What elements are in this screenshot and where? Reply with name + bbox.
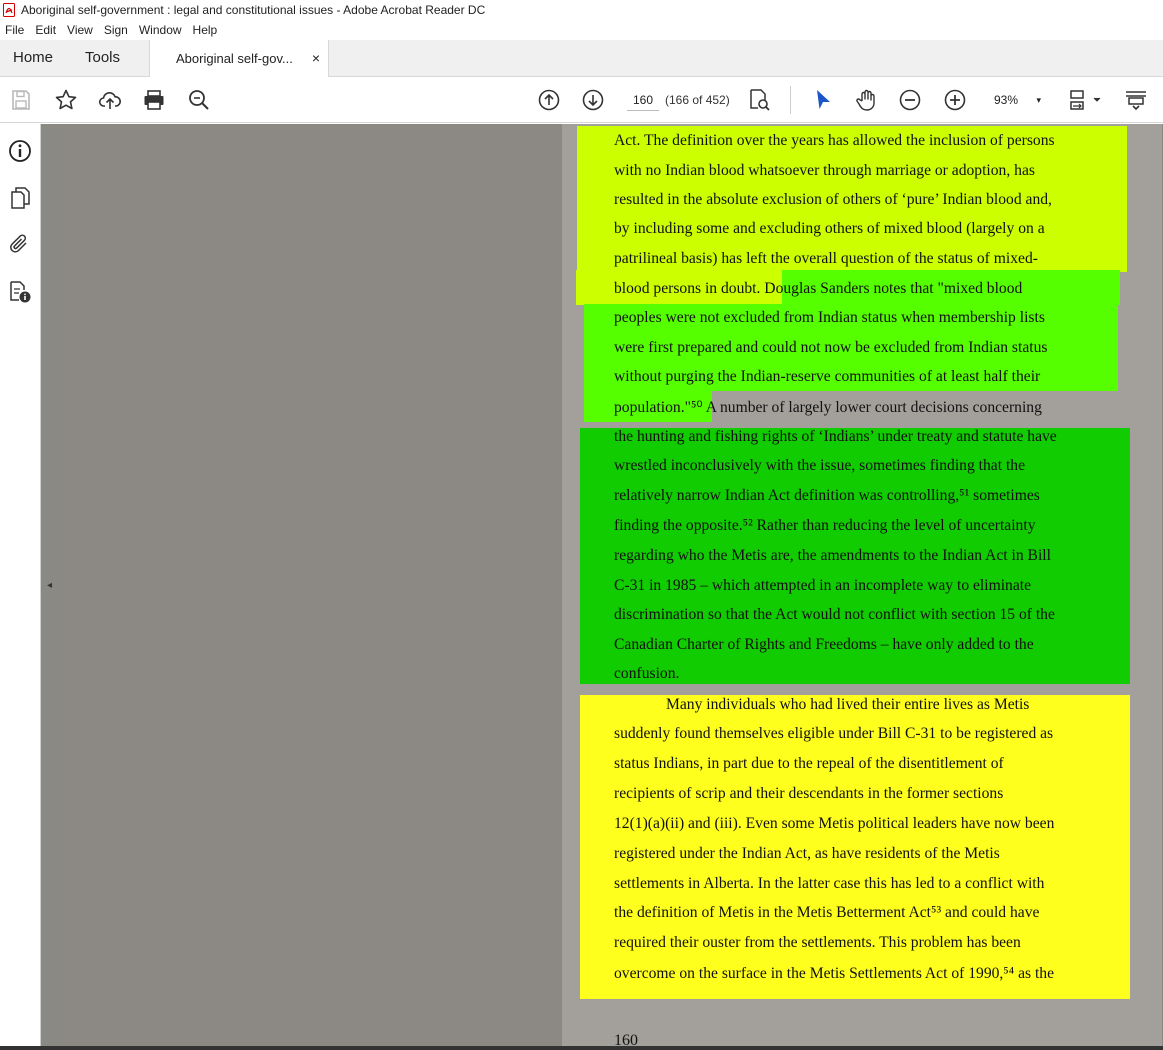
zoom-out-icon[interactable]: [898, 88, 922, 112]
page-count: (166 of 452): [665, 93, 730, 107]
select-arrow-icon[interactable]: [811, 88, 835, 112]
bookmark-star-icon[interactable]: [54, 88, 78, 112]
taskbar-edge: [0, 1046, 1163, 1050]
menu-file[interactable]: File: [0, 23, 30, 37]
chevron-down-icon: ▾: [1036, 95, 1041, 105]
text-line: relatively narrow Indian Act definition …: [614, 487, 1040, 504]
tab-home[interactable]: Home: [13, 40, 53, 76]
text-line: discrimination so that the Act would not…: [614, 606, 1055, 623]
menu-help[interactable]: Help: [188, 23, 224, 37]
window-title: Aboriginal self-government : legal and c…: [21, 3, 486, 17]
menu-bar: File Edit View Sign Window Help: [0, 20, 1163, 40]
text-line: registered under the Indian Act, as have…: [614, 845, 1000, 862]
acrobat-app-icon: [3, 3, 15, 17]
collapse-panel-icon[interactable]: ◂: [47, 580, 52, 591]
page-search-icon[interactable]: [747, 88, 771, 112]
text-line: the hunting and fishing rights of ‘India…: [614, 428, 1057, 445]
page-down-icon[interactable]: [581, 88, 605, 112]
scroll-mode-icon[interactable]: [1124, 88, 1148, 112]
menu-view[interactable]: View: [62, 23, 99, 37]
attachment-icon[interactable]: [8, 232, 32, 256]
pages-icon[interactable]: [8, 186, 32, 210]
text-line: the definition of Metis in the Metis Bet…: [614, 904, 1040, 921]
text-line: confusion.: [614, 665, 680, 682]
page-up-icon[interactable]: [537, 88, 561, 112]
text-line: 12(1)(a)(ii) and (iii). Even some Metis …: [614, 815, 1055, 832]
text-line: status Indians, in part due to the repea…: [614, 755, 1004, 772]
text-line: finding the opposite.⁵² Rather than redu…: [614, 517, 1036, 534]
left-navigation-rail: [0, 124, 41, 1050]
text-line: population."⁵⁰ A number of largely lower…: [614, 399, 1042, 416]
text-line: wrestled inconclusively with the issue, …: [614, 457, 1025, 474]
text-line: blood persons in doubt. Douglas Sanders …: [614, 280, 1023, 297]
text-line: patrilineal basis) has left the overall …: [614, 250, 1038, 267]
tab-tools[interactable]: Tools: [85, 40, 120, 76]
text-line: were first prepared and could not now be…: [614, 339, 1048, 356]
page-number-input[interactable]: 160: [627, 89, 659, 111]
zoom-in-icon[interactable]: [943, 88, 967, 112]
text-line: required their ouster from the settlemen…: [614, 934, 1021, 951]
close-tab-icon[interactable]: ×: [312, 40, 320, 77]
text-line: without purging the Indian-reserve commu…: [614, 368, 1041, 385]
text-line: peoples were not excluded from Indian st…: [614, 309, 1045, 326]
toolbar: 160 (166 of 452) 93% ▾: [0, 77, 1163, 123]
page-fit-icon[interactable]: [1068, 88, 1104, 112]
menu-window[interactable]: Window: [134, 23, 188, 37]
text-line: Canadian Charter of Rights and Freedoms …: [614, 636, 1034, 653]
tab-document[interactable]: Aboriginal self-gov... ×: [149, 40, 329, 77]
text-line: Act. The definition over the years has a…: [614, 132, 1055, 149]
text-line: Many individuals who had lived their ent…: [666, 696, 1030, 713]
document-properties-icon[interactable]: [8, 280, 32, 304]
hand-icon[interactable]: [855, 88, 879, 112]
text-line: with no Indian blood whatsoever through …: [614, 162, 1035, 179]
previous-page-area: [60, 124, 562, 1050]
info-icon[interactable]: [8, 139, 32, 163]
page-text[interactable]: Act. The definition over the years has a…: [562, 124, 1162, 1050]
upload-cloud-icon[interactable]: [98, 88, 122, 112]
tab-bar: Home Tools Aboriginal self-gov... ×: [0, 40, 1163, 77]
search-zoom-icon[interactable]: [187, 88, 211, 112]
print-icon[interactable]: [142, 88, 166, 112]
text-line: regarding who the Metis are, the amendme…: [614, 547, 1051, 564]
zoom-value: 93%: [994, 93, 1019, 107]
zoom-select[interactable]: 93% ▾: [985, 89, 1047, 111]
document-canvas[interactable]: ◂ Act. The definition over the years has…: [41, 124, 1163, 1050]
text-line: C-31 in 1985 – which attempted in an inc…: [614, 577, 1032, 594]
text-line: overcome on the surface in the Metis Set…: [614, 965, 1055, 982]
tab-document-label: Aboriginal self-gov...: [176, 51, 293, 66]
menu-edit[interactable]: Edit: [30, 23, 62, 37]
text-line: settlements in Alberta. In the latter ca…: [614, 875, 1045, 892]
text-line: resulted in the absolute exclusion of ot…: [614, 191, 1052, 208]
toolbar-divider: [790, 86, 791, 114]
save-icon[interactable]: [9, 88, 33, 112]
title-bar: Aboriginal self-government : legal and c…: [0, 0, 1163, 20]
text-line: suddenly found themselves eligible under…: [614, 725, 1054, 742]
pdf-page[interactable]: Act. The definition over the years has a…: [562, 124, 1162, 1050]
text-line: by including some and excluding others o…: [614, 220, 1045, 237]
text-line: recipients of scrip and their descendant…: [614, 785, 1004, 802]
menu-sign[interactable]: Sign: [99, 23, 134, 37]
